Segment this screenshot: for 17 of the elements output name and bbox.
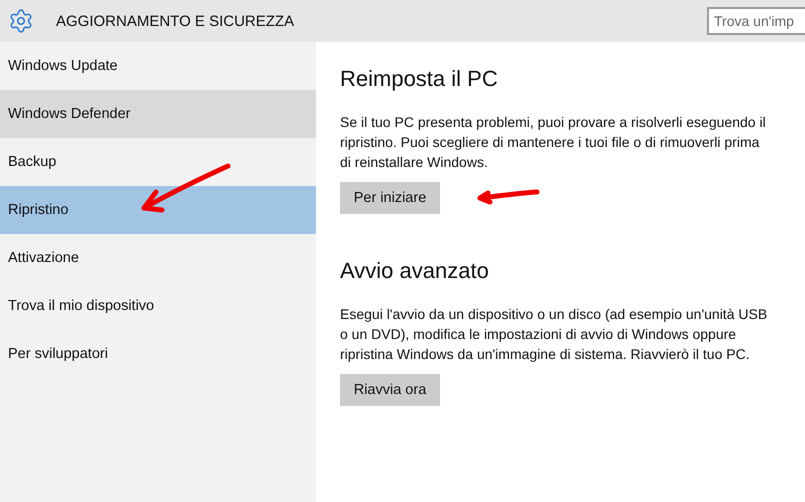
action-button[interactable]: Per iniziare <box>340 182 440 214</box>
sidebar-item[interactable]: Windows Update <box>0 42 316 90</box>
sidebar-item[interactable]: Ripristino <box>0 186 316 234</box>
sidebar-item[interactable]: Per sviluppatori <box>0 330 316 378</box>
settings-icon <box>8 8 34 34</box>
section-heading: Reimposta il PC <box>340 66 498 92</box>
sidebar-item[interactable]: Backup <box>0 138 316 186</box>
section-description: Se il tuo PC presenta problemi, puoi provare a risolverli eseguendo il ripristino. Puoi scegliere di mantenere i tuoi file o di rimuoverli prima di reinstallare Windows. <box>340 113 767 172</box>
section-heading: Avvio avanzato <box>340 258 489 284</box>
action-button[interactable]: Riavvia ora <box>340 374 440 406</box>
sidebar-item[interactable]: Trova il mio dispositivo <box>0 282 316 330</box>
search-field[interactable]: Trova un'imp <box>707 7 805 35</box>
page-title: AGGIORNAMENTO E SICUREZZA <box>56 12 294 30</box>
sidebar-item[interactable]: Attivazione <box>0 234 316 282</box>
arrow-drawing <box>478 190 540 204</box>
section-description: Esegui l'avvio da un dispositivo o un disco (ad esempio un'unità USB o un DVD), modifica le impostazioni di avvio di Windows oppure ripristina Windows da un'immagine di sistema. Riavvierò il tuo PC. <box>340 305 768 364</box>
sidebar-item[interactable]: Windows Defender <box>0 90 316 138</box>
